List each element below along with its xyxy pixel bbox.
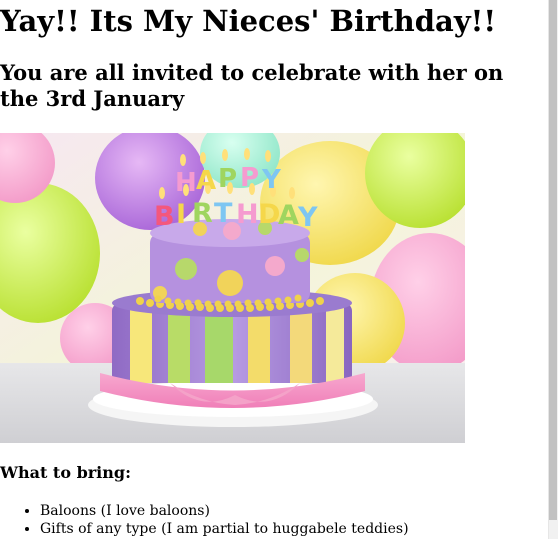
cake-illustration: H A P P Y B I R T H D A Y — [0, 133, 465, 443]
what-to-bring-heading: What to bring: — [0, 463, 131, 482]
candle-letter: I — [176, 199, 186, 230]
candle-letter: H — [236, 199, 259, 230]
candle-letter: R — [192, 198, 213, 229]
list-item: Gifts of any type (I am partial to hugga… — [40, 520, 409, 538]
candle-letter: P — [218, 164, 237, 194]
candle-letter: T — [214, 198, 233, 229]
what-to-bring-list: Baloons (I love baloons) Gifts of any ty… — [0, 502, 409, 538]
candle-letter: P — [240, 163, 259, 193]
candle-letter: A — [278, 200, 299, 231]
cake-top-tier — [150, 219, 310, 308]
candle-letter: Y — [261, 165, 282, 195]
scrollbar-thumb[interactable] — [549, 0, 557, 520]
page-title: Yay!! Its My Nieces' Birthday!! — [0, 4, 497, 38]
list-item: Baloons (I love baloons) — [40, 502, 409, 520]
page-subtitle: You are all invited to celebrate with he… — [0, 60, 504, 111]
candle-letter: B — [154, 201, 175, 232]
birthday-cake-image: H A P P Y B I R T H D A Y — [0, 133, 465, 443]
page: Yay!! Its My Nieces' Birthday!! You are … — [0, 0, 548, 539]
candle-letter: H — [175, 168, 197, 198]
candle-letter: Y — [297, 202, 318, 233]
vertical-scrollbar[interactable] — [548, 0, 558, 539]
candle-letter: A — [196, 166, 216, 196]
